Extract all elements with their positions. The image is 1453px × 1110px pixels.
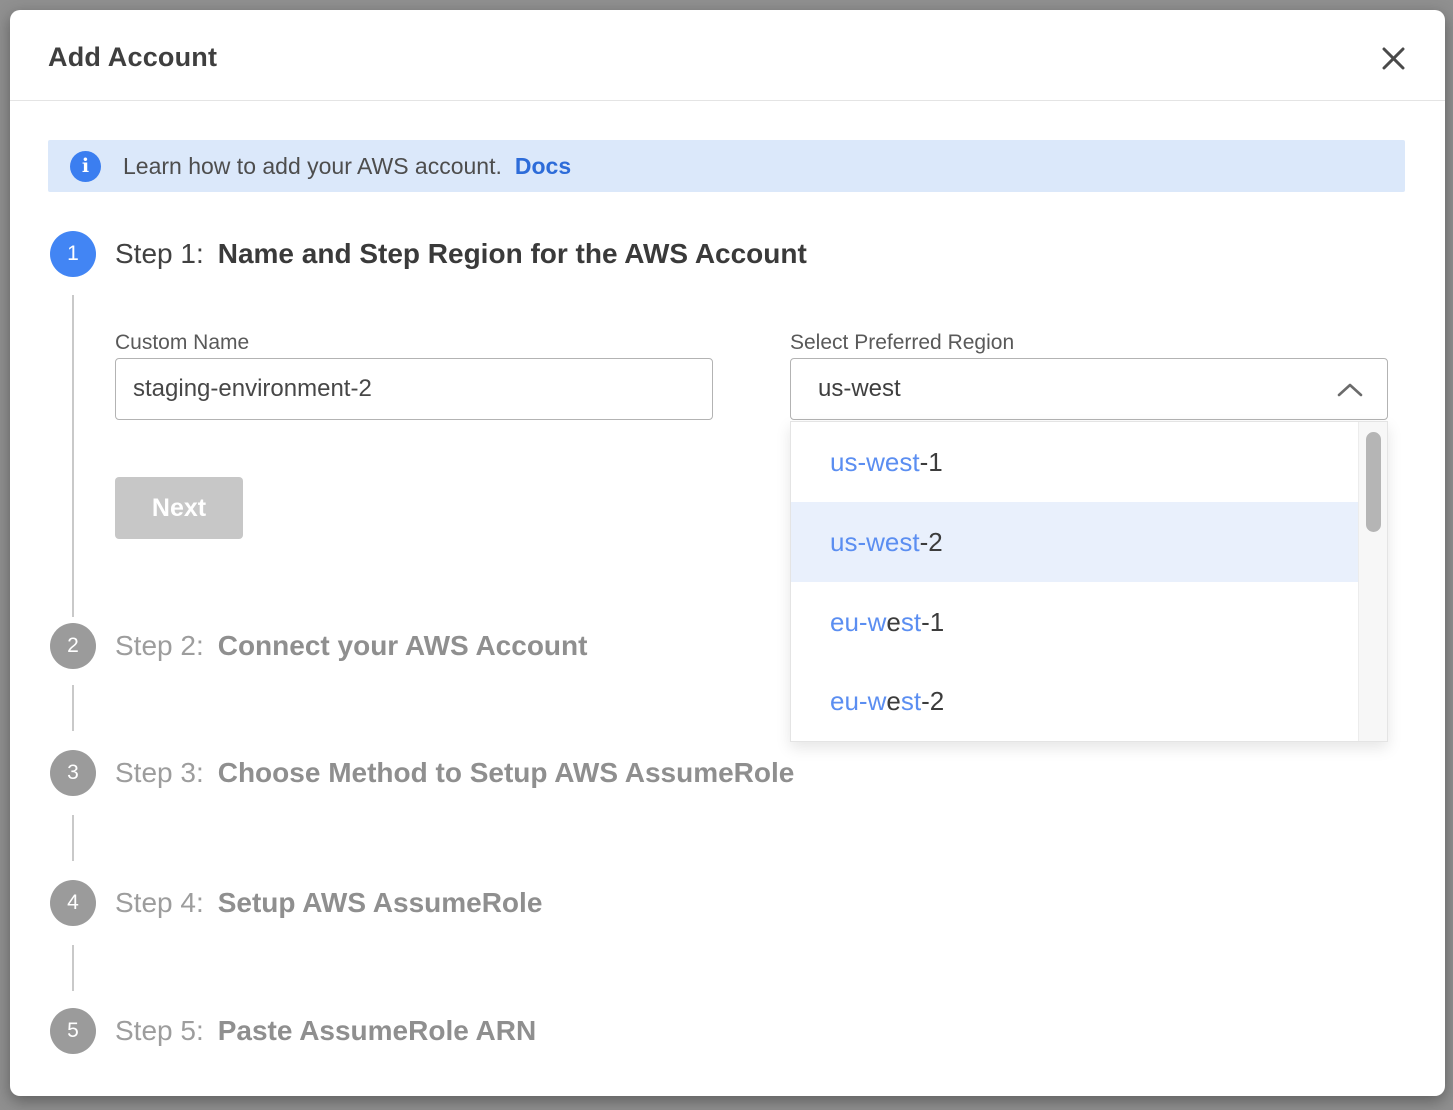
step-2-title: Step 2: Connect your AWS Account [115, 629, 587, 663]
step-2-prefix: Step 2: [115, 630, 204, 661]
region-option-us-west-2[interactable]: us-west-2 [791, 502, 1359, 582]
option-rest-text: -2 [920, 527, 943, 557]
step-5-indicator: 5 [50, 1008, 96, 1054]
next-button[interactable]: Next [115, 477, 243, 539]
step-3-indicator: 3 [50, 750, 96, 796]
close-button[interactable] [1373, 38, 1413, 78]
step-5-title: Step 5: Paste AssumeRole ARN [115, 1014, 536, 1048]
option-rest-text: -2 [921, 686, 944, 716]
region-option-eu-west-2[interactable]: eu-west-2 [791, 661, 1359, 741]
custom-name-label: Custom Name [115, 331, 249, 355]
option-rest-text: e [886, 686, 900, 716]
step-4-indicator: 4 [50, 880, 96, 926]
option-match-text: st [901, 607, 921, 637]
step-4-heading: Setup AWS AssumeRole [218, 887, 543, 918]
step-connector [72, 685, 74, 731]
add-account-modal: Add Account i Learn how to add your AWS … [10, 10, 1445, 1096]
chevron-up-icon [1337, 382, 1363, 398]
step-2-indicator: 2 [50, 623, 96, 669]
option-rest-text: -1 [921, 607, 944, 637]
page-title: Add Account [48, 42, 217, 73]
region-input[interactable] [791, 359, 1331, 419]
info-icon: i [70, 151, 101, 182]
region-dropdown-list: us-west-1 us-west-2 eu-west-1 eu-west-2 [790, 421, 1388, 742]
step-connector [72, 945, 74, 991]
step-3-title: Step 3: Choose Method to Setup AWS Assume… [115, 756, 794, 790]
banner-text: Learn how to add your AWS account. [123, 153, 502, 180]
option-match-text: us-west [830, 527, 920, 557]
region-option-us-west-1[interactable]: us-west-1 [791, 422, 1359, 502]
step-5-prefix: Step 5: [115, 1015, 204, 1046]
dropdown-scrollbar-track[interactable] [1358, 422, 1387, 741]
header-divider [10, 100, 1445, 101]
info-banner: i Learn how to add your AWS account. Doc… [48, 140, 1405, 192]
close-icon [1381, 46, 1406, 71]
region-collapse-control[interactable] [1337, 381, 1363, 399]
step-1-heading: Name and Step Region for the AWS Account [218, 238, 807, 269]
step-1-indicator: 1 [50, 231, 96, 277]
step-3-prefix: Step 3: [115, 757, 204, 788]
option-match-text: eu-w [830, 686, 886, 716]
dropdown-scrollbar-thumb[interactable] [1366, 432, 1381, 532]
region-label: Select Preferred Region [790, 331, 1014, 355]
option-match-text: us-west [830, 447, 920, 477]
step-5-heading: Paste AssumeRole ARN [218, 1015, 536, 1046]
docs-link[interactable]: Docs [515, 153, 571, 180]
step-4-prefix: Step 4: [115, 887, 204, 918]
step-1-title: Step 1: Name and Step Region for the AWS … [115, 237, 807, 271]
option-match-text: st [901, 686, 921, 716]
step-1-prefix: Step 1: [115, 238, 204, 269]
step-2-heading: Connect your AWS Account [218, 630, 588, 661]
option-match-text: eu-w [830, 607, 886, 637]
custom-name-input[interactable] [115, 358, 713, 420]
step-connector [72, 815, 74, 861]
step-3-heading: Choose Method to Setup AWS AssumeRole [218, 757, 795, 788]
option-rest-text: -1 [920, 447, 943, 477]
step-4-title: Step 4: Setup AWS AssumeRole [115, 886, 542, 920]
option-rest-text: e [886, 607, 900, 637]
step-connector [72, 295, 74, 617]
region-option-eu-west-1[interactable]: eu-west-1 [791, 582, 1359, 662]
region-combobox[interactable] [790, 358, 1388, 420]
